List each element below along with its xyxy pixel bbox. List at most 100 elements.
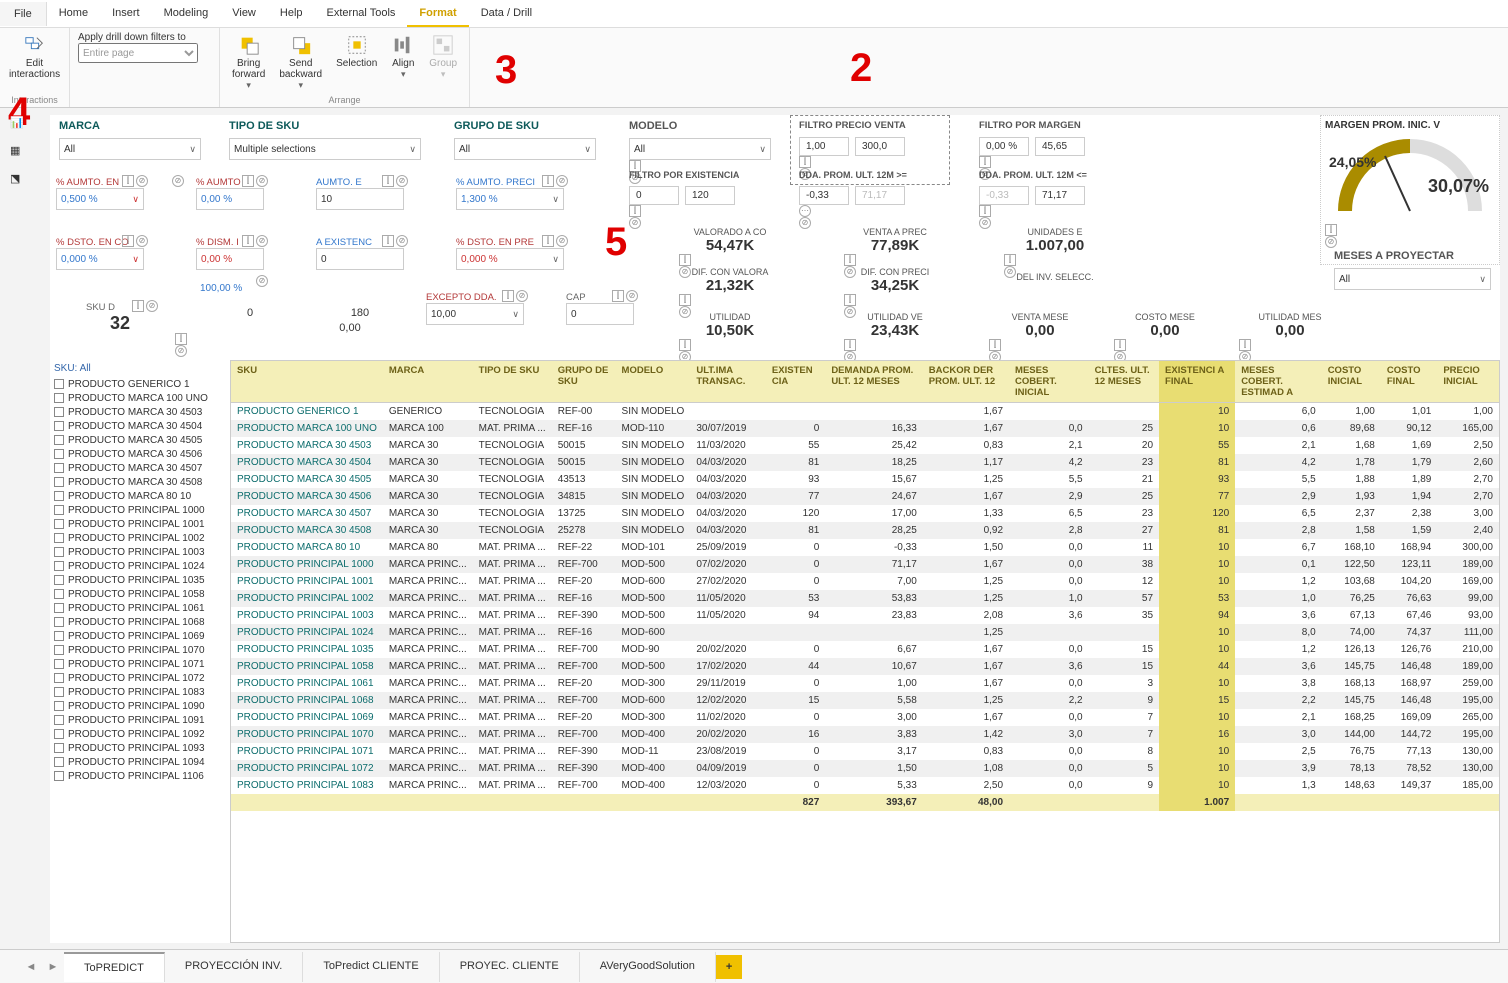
filter-dda-b[interactable]: DDA. PROM. ULT. 12M <= -0,3371,17 ⫿⊘ bbox=[970, 165, 1135, 234]
param-dsto-en-c[interactable]: % DSTO. EN CO0,000 %∨⫿⊘ bbox=[50, 235, 150, 272]
kpi-costo-mese: COSTO MESE0,00⫿⊘ bbox=[1110, 310, 1220, 365]
page-tab[interactable]: PROYECCIÓN INV. bbox=[165, 952, 303, 982]
tab-prev[interactable]: ◄ bbox=[20, 961, 42, 973]
sku-item[interactable]: PRODUCTO PRINCIPAL 1002 bbox=[50, 531, 225, 545]
slicer-gruposku[interactable]: GRUPO DE SKU All∨ bbox=[445, 115, 605, 165]
edit-interactions-button[interactable]: Edit interactions bbox=[5, 32, 64, 82]
menu-help[interactable]: Help bbox=[268, 1, 315, 27]
menu-externaltools[interactable]: External Tools bbox=[315, 1, 408, 27]
model-view-icon[interactable]: ⬔ bbox=[10, 172, 30, 190]
page-tab[interactable]: PROYEC. CLIENTE bbox=[440, 952, 580, 982]
param-dism-i[interactable]: % DISM. I0,00 %⫿⊘ bbox=[190, 235, 270, 272]
menu-modeling[interactable]: Modeling bbox=[152, 1, 221, 27]
menu-datadrill[interactable]: Data / Drill bbox=[469, 1, 544, 27]
sku-item[interactable]: PRODUCTO PRINCIPAL 1068 bbox=[50, 615, 225, 629]
param-aumto-en[interactable]: % AUMTO. EN0,500 %∨⫿⊘ bbox=[50, 175, 150, 212]
add-page-button[interactable]: + bbox=[716, 955, 742, 979]
sku-item[interactable]: PRODUCTO PRINCIPAL 1069 bbox=[50, 629, 225, 643]
param-excepto-dda[interactable]: EXCEPTO DDA.10,00∨⫿⊘ bbox=[420, 290, 530, 327]
sku-item[interactable]: PRODUCTO PRINCIPAL 1058 bbox=[50, 587, 225, 601]
table-row[interactable]: PRODUCTO GENERICO 1GENERICOTECNOLOGIAREF… bbox=[231, 403, 1499, 421]
page-tab[interactable]: ToPREDICT bbox=[64, 952, 165, 982]
table-row[interactable]: PRODUCTO PRINCIPAL 1000MARCA PRINC...MAT… bbox=[231, 556, 1499, 573]
table-row[interactable]: PRODUCTO PRINCIPAL 1068MARCA PRINC...MAT… bbox=[231, 692, 1499, 709]
table-row[interactable]: PRODUCTO PRINCIPAL 1002MARCA PRINC...MAT… bbox=[231, 590, 1499, 607]
menu-view[interactable]: View bbox=[220, 1, 268, 27]
sku-item[interactable]: PRODUCTO PRINCIPAL 1090 bbox=[50, 699, 225, 713]
param-a-existen[interactable]: A EXISTENC0⫿⊘ bbox=[310, 235, 410, 272]
sku-item[interactable]: PRODUCTO MARCA 30 4506 bbox=[50, 447, 225, 461]
sku-item[interactable]: PRODUCTO PRINCIPAL 1083 bbox=[50, 685, 225, 699]
sku-item[interactable]: PRODUCTO PRINCIPAL 1091 bbox=[50, 713, 225, 727]
sku-item[interactable]: PRODUCTO PRINCIPAL 1092 bbox=[50, 727, 225, 741]
sku-item[interactable]: PRODUCTO GENERICO 1 bbox=[50, 377, 225, 391]
menu-format[interactable]: Format bbox=[407, 1, 468, 27]
sku-item[interactable]: PRODUCTO MARCA 30 4504 bbox=[50, 419, 225, 433]
sku-item[interactable]: PRODUCTO PRINCIPAL 1106 bbox=[50, 769, 225, 783]
param-100[interactable]: 100,00 %⊘ bbox=[190, 275, 270, 301]
sku-item[interactable]: PRODUCTO MARCA 30 4503 bbox=[50, 405, 225, 419]
table-row[interactable]: PRODUCTO MARCA 30 4506MARCA 30TECNOLOGIA… bbox=[231, 488, 1499, 505]
sku-item[interactable]: PRODUCTO PRINCIPAL 1024 bbox=[50, 559, 225, 573]
send-backward-button[interactable]: Send backward▾ bbox=[275, 32, 326, 93]
page-tab[interactable]: AVeryGoodSolution bbox=[580, 952, 716, 982]
align-button[interactable]: Align▾ bbox=[387, 32, 419, 82]
slicer-marca[interactable]: MARCA All∨ bbox=[50, 115, 210, 165]
table-row[interactable]: PRODUCTO PRINCIPAL 1035MARCA PRINC...MAT… bbox=[231, 641, 1499, 658]
slicer-tiposku[interactable]: TIPO DE SKU Multiple selections∨ bbox=[220, 115, 430, 165]
table-row[interactable]: PRODUCTO PRINCIPAL 1069MARCA PRINC...MAT… bbox=[231, 709, 1499, 726]
sku-item[interactable]: PRODUCTO PRINCIPAL 1035 bbox=[50, 573, 225, 587]
menu-insert[interactable]: Insert bbox=[100, 1, 152, 27]
sku-item[interactable]: PRODUCTO MARCA 100 UNO bbox=[50, 391, 225, 405]
sku-item[interactable]: PRODUCTO MARCA 80 10 bbox=[50, 489, 225, 503]
sku-item[interactable]: PRODUCTO PRINCIPAL 1070 bbox=[50, 643, 225, 657]
sku-item[interactable]: PRODUCTO MARCA 30 4507 bbox=[50, 461, 225, 475]
table-row[interactable]: PRODUCTO PRINCIPAL 1024MARCA PRINC...MAT… bbox=[231, 624, 1499, 641]
slicer-meses[interactable]: MESES A PROYECTAR All∨ bbox=[1325, 245, 1500, 295]
sku-item[interactable]: PRODUCTO PRINCIPAL 1072 bbox=[50, 671, 225, 685]
table-row[interactable]: PRODUCTO PRINCIPAL 1083MARCA PRINC...MAT… bbox=[231, 777, 1499, 794]
report-view-icon[interactable]: 📊 bbox=[10, 116, 30, 134]
sku-list[interactable]: SKU: All PRODUCTO GENERICO 1PRODUCTO MAR… bbox=[50, 360, 225, 943]
bring-forward-button[interactable]: Bring forward▾ bbox=[228, 32, 269, 93]
table-row[interactable]: PRODUCTO PRINCIPAL 1061MARCA PRINC...MAT… bbox=[231, 675, 1499, 692]
menu-file[interactable]: File bbox=[0, 2, 47, 26]
table-row[interactable]: PRODUCTO MARCA 100 UNOMARCA 100MAT. PRIM… bbox=[231, 420, 1499, 437]
sku-item[interactable]: PRODUCTO PRINCIPAL 1001 bbox=[50, 517, 225, 531]
sku-item[interactable]: PRODUCTO MARCA 30 4508 bbox=[50, 475, 225, 489]
table-row[interactable]: PRODUCTO MARCA 30 4503MARCA 30TECNOLOGIA… bbox=[231, 437, 1499, 454]
sku-item[interactable]: PRODUCTO PRINCIPAL 1003 bbox=[50, 545, 225, 559]
group-button[interactable]: Group▾ bbox=[425, 32, 461, 82]
param-aumto[interactable]: % AUMTO0,00 %⊘⫿⊘ bbox=[190, 175, 270, 212]
filter-existencias[interactable]: FILTRO POR EXISTENCIA 0120 ⫿⊘ bbox=[620, 165, 785, 234]
filter-dda-a[interactable]: DDA. PROM. ULT. 12M >= -0,3371,17 ⋯⊘ bbox=[790, 165, 955, 234]
menu-home[interactable]: Home bbox=[47, 1, 100, 27]
table-row[interactable]: PRODUCTO MARCA 30 4505MARCA 30TECNOLOGIA… bbox=[231, 471, 1499, 488]
param-aumto-e[interactable]: AUMTO. E10⫿⊘ bbox=[310, 175, 410, 212]
param-aumto-preci[interactable]: % AUMTO. PRECI1,300 %∨⫿⊘ bbox=[450, 175, 570, 212]
table-row[interactable]: PRODUCTO MARCA 80 10MARCA 80MAT. PRIMA .… bbox=[231, 539, 1499, 556]
table-row[interactable]: PRODUCTO PRINCIPAL 1001MARCA PRINC...MAT… bbox=[231, 573, 1499, 590]
drill-select[interactable]: Entire page bbox=[78, 43, 198, 63]
sku-item[interactable]: PRODUCTO PRINCIPAL 1000 bbox=[50, 503, 225, 517]
data-view-icon[interactable]: ▦ bbox=[10, 144, 30, 162]
sku-item[interactable]: PRODUCTO PRINCIPAL 1094 bbox=[50, 755, 225, 769]
table-row[interactable]: PRODUCTO MARCA 30 4504MARCA 30TECNOLOGIA… bbox=[231, 454, 1499, 471]
page-tab[interactable]: ToPredict CLIENTE bbox=[303, 952, 439, 982]
tab-next[interactable]: ► bbox=[42, 961, 64, 973]
data-table[interactable]: SKUMARCATIPO DE SKUGRUPO DE SKUMODELOULT… bbox=[230, 360, 1500, 943]
sku-item[interactable]: PRODUCTO PRINCIPAL 1061 bbox=[50, 601, 225, 615]
param-dsto-en-pre[interactable]: % DSTO. EN PRE0,000 %∨⫿⊘ bbox=[450, 235, 570, 272]
table-row[interactable]: PRODUCTO PRINCIPAL 1003MARCA PRINC...MAT… bbox=[231, 607, 1499, 624]
sku-item[interactable]: PRODUCTO MARCA 30 4505 bbox=[50, 433, 225, 447]
table-row[interactable]: PRODUCTO PRINCIPAL 1058MARCA PRINC...MAT… bbox=[231, 658, 1499, 675]
sku-item[interactable]: PRODUCTO PRINCIPAL 1093 bbox=[50, 741, 225, 755]
table-row[interactable]: PRODUCTO PRINCIPAL 1072MARCA PRINC...MAT… bbox=[231, 760, 1499, 777]
sku-item[interactable]: PRODUCTO PRINCIPAL 1071 bbox=[50, 657, 225, 671]
selection-button[interactable]: Selection bbox=[332, 32, 381, 71]
param-cap[interactable]: CAP0⫿⊘ bbox=[560, 290, 640, 327]
table-row[interactable]: PRODUCTO PRINCIPAL 1071MARCA PRINC...MAT… bbox=[231, 743, 1499, 760]
table-row[interactable]: PRODUCTO MARCA 30 4508MARCA 30TECNOLOGIA… bbox=[231, 522, 1499, 539]
table-row[interactable]: PRODUCTO MARCA 30 4507MARCA 30TECNOLOGIA… bbox=[231, 505, 1499, 522]
table-row[interactable]: PRODUCTO PRINCIPAL 1070MARCA PRINC...MAT… bbox=[231, 726, 1499, 743]
